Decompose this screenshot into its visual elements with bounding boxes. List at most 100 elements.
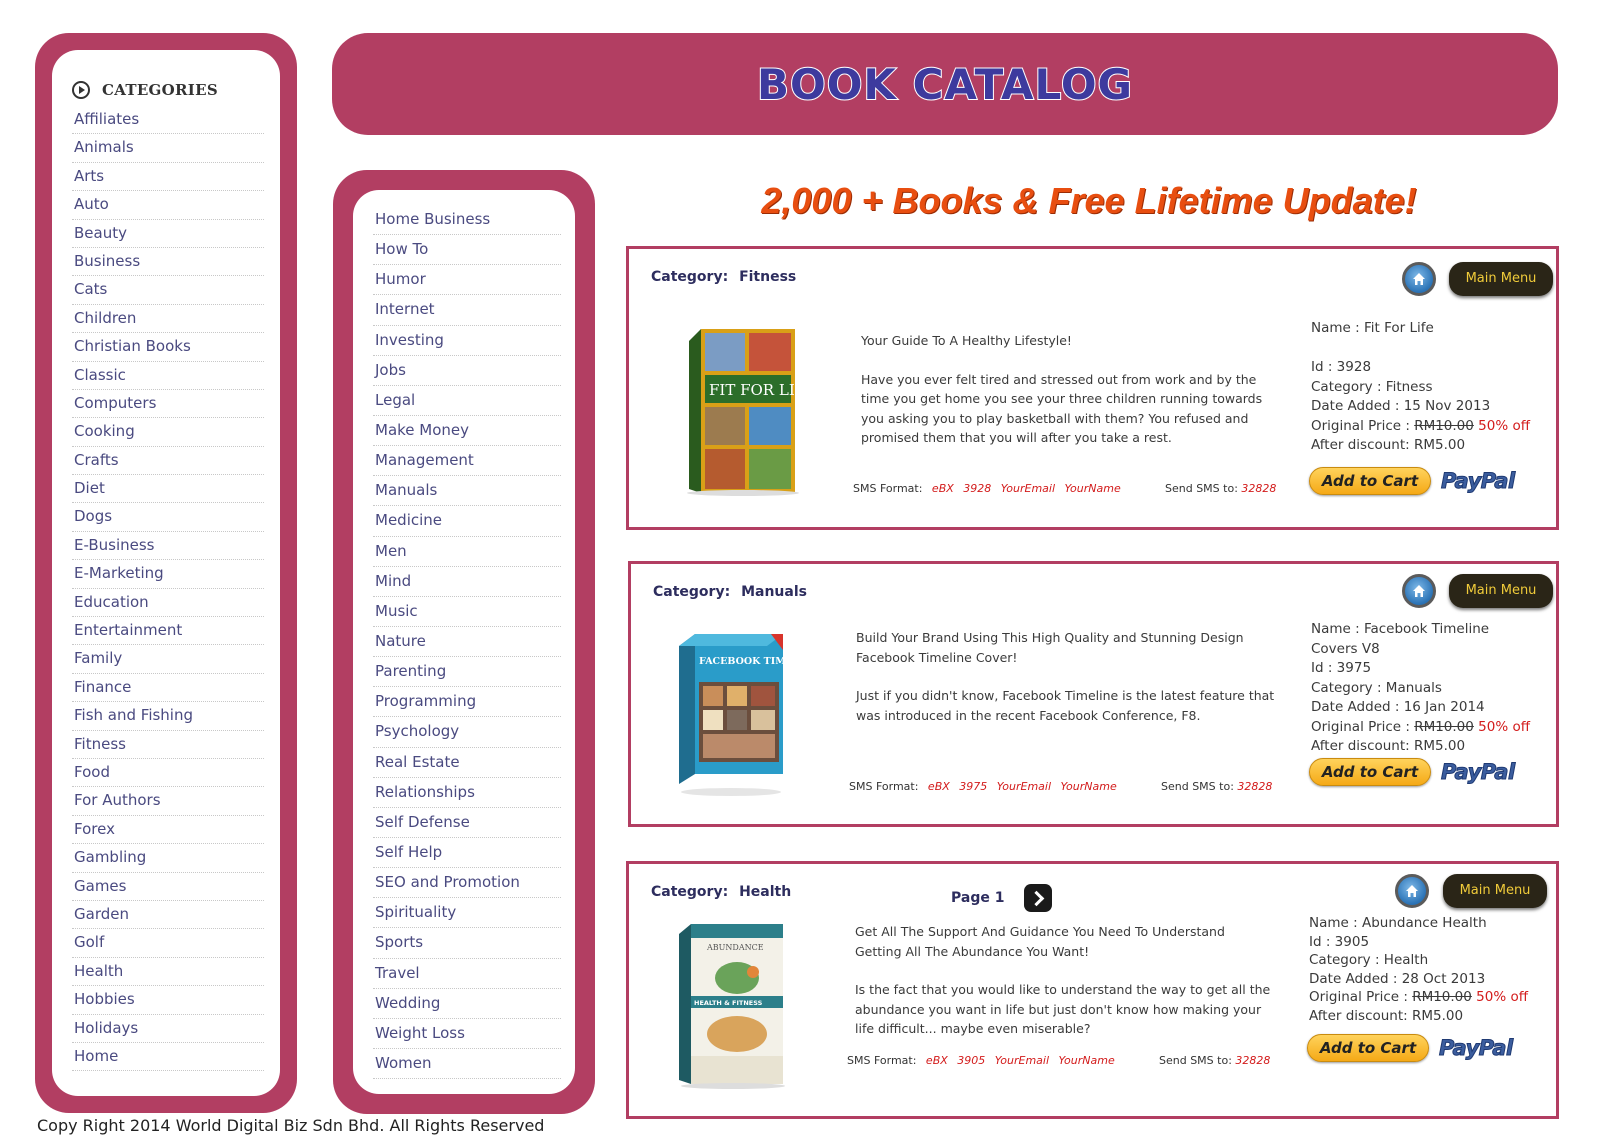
category-value: Fitness <box>739 269 797 285</box>
category-link[interactable]: Men <box>373 537 561 567</box>
category-link[interactable]: Entertainment <box>72 617 264 646</box>
add-to-cart-button[interactable]: Add to Cart <box>1309 467 1431 495</box>
category-link[interactable]: Food <box>72 759 264 788</box>
category-link[interactable]: Children <box>72 305 264 334</box>
category-link[interactable]: E-Business <box>72 532 264 561</box>
category-link[interactable]: Beauty <box>72 220 264 248</box>
category-link[interactable]: Travel <box>373 959 561 989</box>
category-link[interactable]: Investing <box>373 326 561 356</box>
category-link[interactable]: Make Money <box>373 416 561 447</box>
category-link[interactable]: Home <box>72 1043 264 1072</box>
category-link[interactable]: Gambling <box>72 844 264 873</box>
header-banner: BOOK CATALOG <box>332 33 1558 135</box>
category-link[interactable]: Weight Loss <box>373 1019 561 1049</box>
category-link[interactable]: Self Help <box>373 838 561 869</box>
category-link[interactable]: Business <box>72 248 264 277</box>
category-link[interactable]: How To <box>373 235 561 266</box>
category-link[interactable]: Dogs <box>72 503 264 532</box>
product-description: Get All The Support And Guidance You Nee… <box>855 922 1275 1058</box>
add-to-cart-button[interactable]: Add to Cart <box>1307 1034 1429 1062</box>
category-link[interactable]: Cooking <box>72 418 264 447</box>
category-link[interactable]: Relationships <box>373 778 561 808</box>
category-link[interactable]: Legal <box>373 386 561 416</box>
category-link[interactable]: Management <box>373 446 561 477</box>
sms-id: 3975 <box>959 780 988 793</box>
category-link[interactable]: Computers <box>72 390 264 419</box>
product-category: Category : Health <box>1309 952 1429 968</box>
category-value: Manuals <box>741 584 807 600</box>
category-link[interactable]: Hobbies <box>72 986 264 1015</box>
book-cover-facebook-timeline[interactable]: FACEBOOK TIMELINE <box>671 624 791 799</box>
category-link[interactable]: Fitness <box>72 731 264 759</box>
paypal-logo[interactable]: PayPal <box>1441 469 1516 494</box>
paypal-logo[interactable]: PayPal <box>1439 1036 1514 1061</box>
category-link[interactable]: Nature <box>373 627 561 658</box>
category-link[interactable]: E-Marketing <box>72 560 264 589</box>
categories-panel-2: Home Business How To Humor Internet Investin… <box>353 190 575 1094</box>
category-link[interactable]: Real Estate <box>373 748 561 778</box>
category-link[interactable]: Music <box>373 597 561 627</box>
category-link[interactable]: SEO and Promotion <box>373 868 561 899</box>
category-link[interactable]: Health <box>72 958 264 987</box>
product-card-health: Category: Health Page 1 Main Menu ABUNDA… <box>626 861 1559 1119</box>
main-menu-button[interactable]: Main Menu <box>1443 874 1547 908</box>
after-discount: After discount: RM5.00 <box>1311 437 1466 453</box>
category-link[interactable]: Humor <box>373 265 561 296</box>
category-link[interactable]: Games <box>72 873 264 901</box>
category-link[interactable]: Animals <box>72 134 264 163</box>
category-link[interactable]: Women <box>373 1049 561 1080</box>
book-cover-abundance-health[interactable]: ABUNDANCE HEALTH & FITNESS <box>669 916 789 1091</box>
category-link[interactable]: Psychology <box>373 717 561 748</box>
send-sms-number: 32828 <box>1241 482 1277 495</box>
category-link[interactable]: Affiliates <box>72 106 264 135</box>
category-link[interactable]: Sports <box>373 928 561 959</box>
home-button[interactable] <box>1402 574 1436 608</box>
category-link[interactable]: Golf <box>72 929 264 958</box>
description-body: Is the fact that you would like to under… <box>855 982 1271 1036</box>
product-date-added: Date Added : 28 Oct 2013 <box>1309 970 1486 987</box>
category-link[interactable]: Garden <box>72 901 264 930</box>
category-link[interactable]: Spirituality <box>373 898 561 929</box>
category-link[interactable]: Programming <box>373 687 561 718</box>
category-link[interactable]: Wedding <box>373 989 561 1019</box>
home-icon <box>1413 585 1425 597</box>
sms-format: SMS Format: eBX 3905 YourEmail YourName <box>847 1054 1115 1067</box>
category-link[interactable]: For Authors <box>72 787 264 816</box>
home-button[interactable] <box>1402 262 1436 296</box>
description-headline: Build Your Brand Using This High Quality… <box>856 630 1244 665</box>
send-sms: Send SMS to: 32828 <box>1165 482 1276 495</box>
category-link[interactable]: Forex <box>72 816 264 845</box>
category-link[interactable]: Family <box>72 645 264 674</box>
category-value: Health <box>739 884 792 900</box>
category-link[interactable]: Home Business <box>373 205 561 236</box>
add-to-cart-button[interactable]: Add to Cart <box>1309 758 1431 786</box>
paypal-logo[interactable]: PayPal <box>1441 760 1516 785</box>
discount-badge: 50% off <box>1478 417 1531 434</box>
category-link[interactable]: Christian Books <box>72 333 264 362</box>
home-button[interactable] <box>1395 874 1429 908</box>
category-link[interactable]: Holidays <box>72 1015 264 1043</box>
category-link[interactable]: Auto <box>72 191 264 220</box>
category-link[interactable]: Manuals <box>373 476 561 507</box>
book-cover-fit-for-life[interactable]: FIT FOR LIFE <box>679 321 799 496</box>
category-link[interactable]: Parenting <box>373 657 561 688</box>
category-link[interactable]: Arts <box>72 163 264 192</box>
category-link[interactable]: Diet <box>72 475 264 504</box>
category-link[interactable]: Cats <box>72 276 264 305</box>
category-link[interactable]: Jobs <box>373 356 561 386</box>
product-name: Name : Fit For Life <box>1311 320 1434 336</box>
main-menu-button[interactable]: Main Menu <box>1449 262 1553 296</box>
category-link[interactable]: Finance <box>72 674 264 703</box>
category-link[interactable]: Self Defense <box>373 808 561 838</box>
category-link[interactable]: Classic <box>72 362 264 390</box>
home-icon <box>1406 885 1418 897</box>
category-link[interactable]: Mind <box>373 567 561 597</box>
product-name-cont: Covers V8 <box>1311 640 1380 657</box>
category-link[interactable]: Medicine <box>373 506 561 537</box>
category-link[interactable]: Education <box>72 589 264 618</box>
category-link[interactable]: Internet <box>373 295 561 326</box>
category-link[interactable]: Crafts <box>72 447 264 476</box>
main-menu-button[interactable]: Main Menu <box>1449 574 1553 608</box>
category-link[interactable]: Fish and Fishing <box>72 702 264 731</box>
next-page-icon[interactable] <box>1024 884 1053 912</box>
